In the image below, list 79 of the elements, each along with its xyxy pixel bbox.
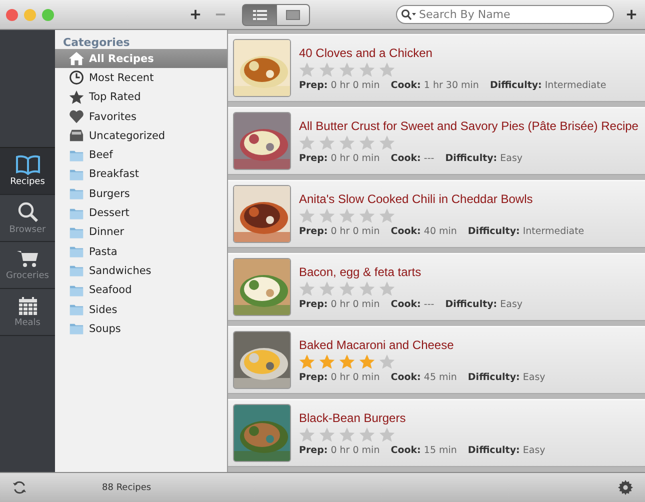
recipe-detail: Prep: 0 hr 0 min [299,152,380,164]
recipe-detail: Cook: 40 min [390,226,457,236]
heart-icon [69,109,84,124]
category-item[interactable]: Soups [55,319,227,338]
recipe-row[interactable]: Baked Macaroni and Cheese Prep: 0 hr 0 min Cook: 45 min Difficulty: Easy [228,326,645,394]
folder-icon [69,186,84,202]
category-item[interactable]: Top Rated [55,88,227,107]
recipe-row[interactable]: Anita's Slow Cooked Chili in Cheddar Bowls Prep: 0 hr 0 min Cook: 40 min Difficulty: Intermediate [228,180,645,248]
category-item[interactable]: Sandwiches [55,261,227,281]
recipe-detail: Cook: --- [390,298,434,310]
category-item[interactable]: Sides [55,300,227,320]
recipe-row[interactable]: Black-Bean Burgers Prep: 0 hr 0 min Cook: 15 min Difficulty: Easy [228,399,645,467]
recipe-detail: Prep: 0 hr 0 min [299,226,380,236]
star-rating[interactable] [299,134,395,150]
recipe-detail: Cook: 15 min [390,444,457,456]
add-icon[interactable] [190,9,201,20]
recipe-row[interactable]: All Butter Crust for Sweet and Savory Pies (Pâte Brisée) Recipe Prep: 0 hr 0 min Cook: --- Difficulty: Easy [228,107,645,175]
category-item[interactable]: Dessert [55,203,227,223]
close-button[interactable] [6,8,18,20]
recipe-detail: Cook: 45 min [390,372,457,382]
home-icon [69,51,84,66]
settings-icon[interactable] [618,480,633,495]
recipe-row[interactable]: Bacon, egg & feta tarts Prep: 0 hr 0 min Cook: --- Difficulty: Easy [228,253,645,321]
star-rating[interactable] [299,62,395,78]
star-rating[interactable] [299,208,395,224]
recipe-detail: Cook: --- [390,152,434,164]
panel-icon [286,10,300,20]
star-rating[interactable] [299,426,395,442]
category-item[interactable]: Favorites [55,106,227,126]
recipe-detail: Prep: 0 hr 0 min [299,372,380,382]
list-icon [252,10,266,20]
recipe-detail: Difficulty: Easy [468,372,546,382]
cart-icon [16,249,40,269]
categories-heading: Categories [62,36,131,49]
star-icon [69,90,84,105]
clock-icon [69,70,84,86]
calendar-icon [18,296,38,316]
folder-icon [69,321,84,336]
recipe-title: 40 Cloves and a Chicken [299,46,434,60]
recipe-title: Baked Macaroni and Cheese [299,338,455,352]
recipe-detail: Difficulty: Intermediate [468,226,584,236]
book-icon [14,155,40,175]
recipe-detail: Prep: 0 hr 0 min [299,298,380,310]
recipe-detail: Difficulty: Easy [468,444,546,456]
search-field[interactable]: Search By Name [396,5,614,24]
recipe-count: 88 Recipes [101,482,152,492]
recipe-detail: Cook: 1 hr 30 min [390,80,479,90]
category-item[interactable]: Breakfast [55,164,227,184]
tray-icon [69,128,84,144]
star-rating[interactable] [299,280,395,296]
recipe-title: Anita's Slow Cooked Chili in Cheddar Bowls [299,192,534,206]
folder-icon [69,263,84,278]
category-item[interactable]: Uncategorized [55,126,227,146]
recipe-detail: Prep: 0 hr 0 min [299,80,380,90]
recipe-title: All Butter Crust for Sweet and Savory Pies (Pâte Brisée) Recipe [299,118,638,132]
list-view-button[interactable] [242,4,276,26]
recipe-row[interactable]: 40 Cloves and a Chicken Prep: 0 hr 0 min Cook: 1 hr 30 min Difficulty: Intermediate [228,34,645,102]
rail-book-tab[interactable]: Recipes [0,148,55,195]
recipe-detail: Difficulty: Easy [445,298,523,310]
category-item[interactable]: Dinner [55,222,227,242]
category-item[interactable]: Most Recent [55,68,227,88]
category-item[interactable]: Beef [55,145,227,165]
search-icon [16,201,38,223]
recipe-detail: Prep: 0 hr 0 min [299,444,380,456]
category-item[interactable]: Pasta [55,242,227,262]
category-item[interactable]: Burgers [55,184,227,204]
recipe-title: Black-Bean Burgers [299,410,407,424]
recipe-title: Bacon, egg & feta tarts [299,264,422,278]
folder-icon [69,244,84,260]
star-rating[interactable] [299,354,395,370]
recipe-detail: Difficulty: Intermediate [490,80,606,90]
minimize-button[interactable] [24,8,36,20]
category-item[interactable]: Seafood [55,280,227,300]
add-icon[interactable] [626,9,637,20]
detail-view-button[interactable] [276,4,310,26]
refresh-icon[interactable] [12,480,27,495]
zoom-button[interactable] [42,8,54,20]
recipe-detail: Difficulty: Easy [445,152,523,164]
folder-icon [69,302,84,317]
